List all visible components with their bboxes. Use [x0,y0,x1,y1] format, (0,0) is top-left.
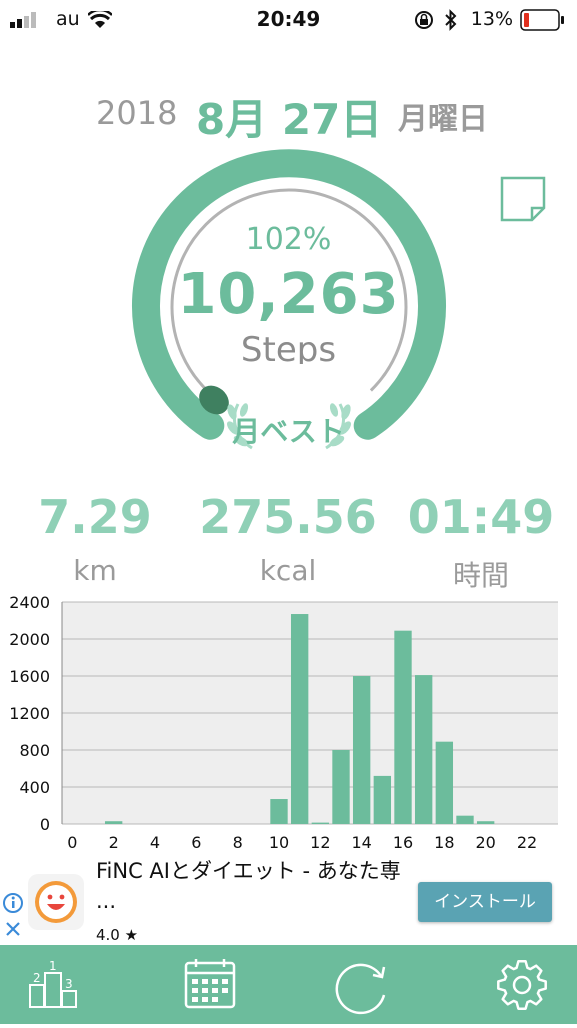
bar [332,750,350,824]
best-badge: 月ベスト [232,415,345,448]
bar [104,821,123,824]
hourly-steps-chart: 0 400 800 1200 1600 2000 2400 0 2 4 6 8 10 12 14 16 18 20… [9,596,558,852]
refresh-icon [335,963,386,1015]
ad-info-icon[interactable] [2,892,24,914]
ad-rating: 4.0 ★ [96,926,139,944]
time-value: 01:49 [407,490,555,544]
calories-stat: 275.56 kcal [193,490,383,587]
bar [290,614,309,824]
calendar-icon [184,959,236,1009]
x-tick-label: 14 [351,833,371,852]
x-tick-label: 22 [517,833,537,852]
x-tick-label: 18 [434,833,454,852]
svg-text:1: 1 [49,959,57,973]
svg-text:2: 2 [33,971,41,985]
bar [476,821,495,824]
y-tick-label: 800 [19,741,50,760]
calories-value: 275.56 [199,490,377,544]
bar [414,675,433,824]
ad-banner[interactable]: FiNC AIとダイエット - あなた専 ... 4.0 ★ インストール [0,852,577,944]
y-tick-label: 0 [40,815,50,834]
tab-calendar[interactable] [144,945,288,1024]
goal-percent: 102% [245,222,332,257]
time-unit: 時間 [452,559,509,592]
ad-install-button[interactable]: インストール [418,882,552,922]
x-tick-label: 10 [269,833,289,852]
distance-stat: 7.29 km [0,490,190,587]
x-tick-label: 8 [233,833,243,852]
bar [352,676,371,824]
step-count: 10,263 [177,262,400,327]
y-tick-label: 2400 [9,596,50,612]
x-tick-label: 12 [310,833,330,852]
bottom-tab-bar: 213 [0,945,577,1024]
bar [373,775,392,824]
bar [270,799,288,824]
bar [311,822,330,824]
x-tick-label: 20 [475,833,495,852]
y-tick-label: 1600 [9,667,50,686]
x-tick-label: 4 [150,833,160,852]
ad-close-icon[interactable] [4,920,22,938]
time-stat: 01:49 時間 [386,490,576,594]
y-tick-label: 400 [19,778,50,797]
bar [435,741,454,824]
svg-text:3: 3 [65,977,73,991]
ranking-podium-icon: 213 [29,959,77,1008]
distance-unit: km [73,554,117,587]
gear-icon [497,960,547,1010]
ad-app-icon[interactable] [28,874,84,930]
step-unit: Steps [240,330,337,364]
bar [394,630,412,824]
ad-title[interactable]: FiNC AIとダイエット - あなた専 ... [96,856,406,916]
tab-settings[interactable] [432,945,576,1024]
x-tick-label: 6 [191,833,201,852]
tab-ranking[interactable]: 213 [0,945,144,1024]
x-tick-label: 16 [393,833,413,852]
x-tick-label: 0 [67,833,77,852]
bar [456,815,474,824]
calories-unit: kcal [259,554,317,587]
x-tick-label: 2 [109,833,119,852]
y-tick-label: 2000 [9,630,50,649]
y-tick-label: 1200 [9,704,50,723]
distance-value: 7.29 [38,490,152,544]
tab-refresh[interactable] [288,945,432,1024]
